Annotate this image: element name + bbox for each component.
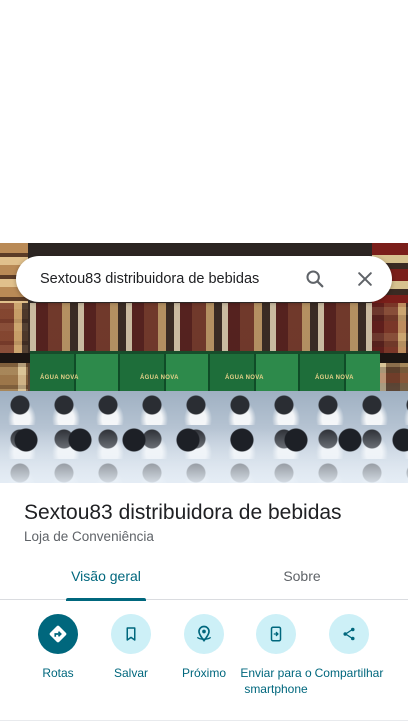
search-input[interactable]: Sextou83 distribuidora de bebidas bbox=[40, 256, 259, 302]
send-to-phone-icon bbox=[256, 614, 296, 654]
save-button[interactable]: Salvar bbox=[91, 612, 171, 681]
action-label: Salvar bbox=[113, 666, 148, 680]
action-label: Rotas bbox=[42, 666, 74, 680]
search-icon[interactable] bbox=[300, 264, 330, 294]
share-button[interactable]: Compartilhar bbox=[309, 612, 389, 681]
divider bbox=[0, 720, 408, 721]
tab-bar: Visão geral Sobre bbox=[0, 557, 408, 601]
place-category: Loja de Conveniência bbox=[24, 529, 154, 544]
active-tab-indicator bbox=[66, 598, 146, 601]
directions-icon bbox=[38, 614, 78, 654]
nearby-button[interactable]: Próximo bbox=[164, 612, 244, 681]
nearby-icon bbox=[184, 614, 224, 654]
crate-label: ÁGUA NOVA bbox=[315, 375, 354, 381]
tab-label: Sobre bbox=[283, 568, 321, 584]
tab-overview[interactable]: Visão geral bbox=[58, 557, 154, 601]
directions-button[interactable]: Rotas bbox=[18, 612, 98, 681]
photo-shelf bbox=[0, 303, 408, 353]
map-area-blank bbox=[0, 0, 408, 243]
crate-label: ÁGUA NOVA bbox=[40, 375, 79, 381]
share-icon bbox=[329, 614, 369, 654]
close-icon[interactable] bbox=[350, 264, 380, 294]
bookmark-icon bbox=[111, 614, 151, 654]
photo-bottles bbox=[0, 428, 408, 483]
action-label: Enviar para o smartphone bbox=[240, 666, 312, 696]
action-label: Próximo bbox=[181, 666, 226, 680]
tab-label: Visão geral bbox=[71, 568, 141, 584]
action-row: Rotas Salvar Próximo Enviar para o smart… bbox=[0, 612, 408, 712]
action-label: Compartilhar bbox=[314, 666, 384, 680]
crate-label: ÁGUA NOVA bbox=[225, 375, 264, 381]
search-bar[interactable]: Sextou83 distribuidora de bebidas bbox=[16, 256, 392, 302]
crate-label: ÁGUA NOVA bbox=[140, 375, 179, 381]
place-title: Sextou83 distribuidora de bebidas bbox=[24, 501, 342, 524]
photo-crates bbox=[30, 351, 380, 395]
tab-about[interactable]: Sobre bbox=[254, 557, 350, 600]
send-to-phone-button[interactable]: Enviar para o smartphone bbox=[236, 612, 316, 697]
